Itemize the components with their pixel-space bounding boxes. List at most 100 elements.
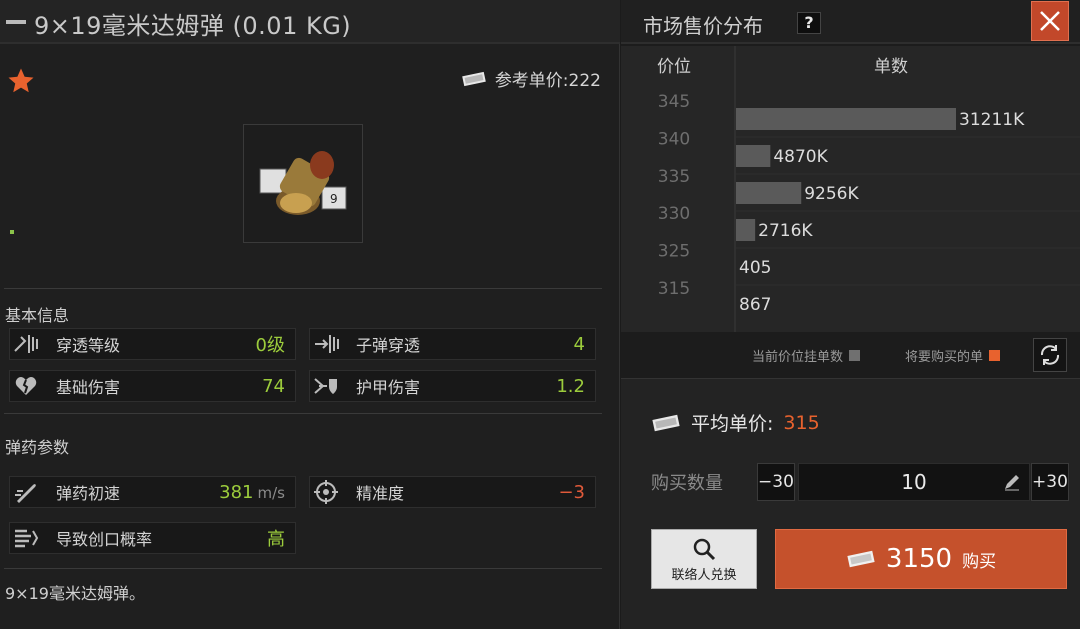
divider	[4, 413, 602, 414]
stat-value: −3	[558, 481, 585, 503]
stat-base-damage: 基础伤害 74	[9, 370, 296, 402]
legend-current-label: 当前价位挂单数	[752, 350, 844, 365]
average-price-value: 315	[783, 411, 820, 434]
purchase-box: 平均单价: 315 购买数量 −30 10 +30 联络人兑换 3150 购买	[621, 378, 1080, 629]
stat-label: 导致创口概率	[56, 530, 153, 549]
y-tick-label: 340	[658, 129, 690, 149]
stat-value: 0级	[255, 335, 285, 356]
stat-label: 子弹穿透	[356, 336, 421, 355]
buy-amount: 3150	[885, 544, 953, 574]
bar-value-label: 405	[739, 258, 771, 278]
stat-label: 穿透等级	[56, 336, 121, 355]
y-tick-label: 325	[658, 242, 690, 262]
item-image-frame[interactable]: 9	[243, 124, 363, 243]
title-bar: 9×19毫米达姆弹 (0.01 KG)	[0, 0, 620, 44]
legend-swatch-buy	[989, 350, 1001, 361]
money-icon	[847, 550, 875, 568]
bar-value-label: 867	[739, 295, 771, 315]
divider	[4, 568, 602, 569]
crosshair-icon	[310, 477, 342, 507]
stat-bleed-chance: 导致创口概率 高	[9, 522, 296, 554]
decrease-30-button[interactable]: −30	[757, 463, 795, 501]
legend-buy: 将要购买的单	[905, 346, 1001, 365]
money-icon	[652, 414, 680, 431]
market-title: 市场售价分布	[643, 14, 763, 38]
stat-value: 1.2	[556, 375, 585, 397]
search-icon	[693, 538, 716, 560]
y-tick-label: 330	[658, 204, 690, 224]
price-distribution-chart: 价位 单数 345 340 335 330 325 315 31211K 4870K 9256K 27…	[621, 46, 1080, 332]
bleed-icon	[10, 523, 42, 553]
bar-value-label: 4870K	[773, 147, 828, 167]
section-basic-info: 基本信息	[5, 306, 70, 325]
chart-legend: 当前价位挂单数 将要购买的单	[621, 334, 1080, 374]
status-indicator	[10, 230, 14, 234]
section-ammo-params: 弹药参数	[5, 438, 70, 457]
item-detail-panel: 9×19毫米达姆弹 (0.01 KG) 参考单价:222 9 基本信息 穿透等级…	[0, 0, 620, 629]
item-title: 9×19毫米达姆弹 (0.01 KG)	[34, 12, 352, 40]
stat-accuracy: 精准度 −3	[309, 476, 596, 508]
stat-value: 381 m/s	[219, 482, 285, 503]
reference-price: 参考单价:222	[461, 66, 601, 91]
average-price-label: 平均单价:	[691, 413, 774, 435]
stat-label: 基础伤害	[56, 378, 121, 397]
average-price: 平均单价: 315	[651, 409, 820, 436]
ammo-item-icon: 9	[259, 151, 347, 215]
chart-svg: 价位 单数 345 340 335 330 325 315 31211K 4870K 9256K 27…	[657, 46, 1080, 332]
armor-damage-icon	[310, 371, 342, 401]
divider	[4, 288, 602, 289]
penetration-icon	[10, 329, 42, 359]
velocity-unit: m/s	[257, 483, 285, 502]
stat-bullet-penetration: 子弹穿透 4	[309, 328, 596, 360]
quantity-label: 购买数量	[651, 473, 723, 494]
svg-text:9: 9	[330, 192, 338, 206]
bar	[736, 108, 956, 130]
x-axis-title: 单数	[874, 57, 908, 77]
buy-label: 购买	[962, 551, 997, 572]
market-panel: 市场售价分布 ? 价位 单数 345 340 335 330 325 315 31211K 487…	[621, 0, 1080, 629]
stat-value: 4	[573, 333, 585, 355]
stat-value: 高	[267, 529, 285, 550]
reference-price-label: 参考单价:222	[494, 71, 601, 91]
velocity-icon	[10, 477, 42, 507]
legend-current: 当前价位挂单数	[752, 346, 861, 365]
stat-muzzle-velocity: 弹药初速 381 m/s	[9, 476, 296, 508]
legend-buy-label: 将要购买的单	[905, 350, 984, 365]
legend-swatch-current	[849, 350, 861, 361]
bar-value-label: 9256K	[804, 184, 859, 204]
refresh-icon	[1040, 345, 1060, 365]
close-button[interactable]	[1031, 1, 1069, 41]
contact-exchange-button[interactable]: 联络人兑换	[651, 529, 757, 589]
stat-penetration-level: 穿透等级 0级	[9, 328, 296, 360]
y-axis-title: 价位	[657, 57, 691, 77]
bullet-penetration-icon	[310, 329, 342, 359]
y-tick-label: 335	[658, 167, 690, 187]
contact-exchange-label: 联络人兑换	[671, 567, 737, 583]
broken-heart-icon	[10, 371, 42, 401]
item-description: 9×19毫米达姆弹。	[5, 584, 145, 603]
bar	[736, 219, 756, 241]
bar-value-label: 2716K	[758, 221, 813, 241]
money-icon	[462, 71, 486, 86]
stat-label: 护甲伤害	[356, 378, 421, 397]
collapse-icon[interactable]	[6, 20, 26, 24]
increase-30-button[interactable]: +30	[1031, 463, 1069, 501]
market-header: 市场售价分布 ?	[621, 0, 1080, 44]
close-icon	[1040, 11, 1060, 31]
bar	[736, 182, 802, 204]
favorite-star-icon[interactable]	[6, 66, 36, 96]
stat-armor-damage: 护甲伤害 1.2	[309, 370, 596, 402]
buy-button[interactable]: 3150 购买	[775, 529, 1067, 589]
quantity-input[interactable]: 10	[798, 463, 1030, 501]
velocity-number: 381	[219, 481, 254, 503]
y-tick-label: 345	[658, 92, 690, 112]
bar-value-label: 31211K	[959, 110, 1025, 130]
bar	[736, 145, 771, 167]
refresh-button[interactable]	[1033, 338, 1067, 372]
y-tick-label: 315	[658, 279, 690, 299]
stat-value: 74	[262, 375, 285, 397]
help-icon[interactable]: ?	[797, 12, 821, 34]
edit-pencil-icon[interactable]	[1003, 473, 1021, 491]
stat-label: 精准度	[356, 484, 405, 503]
stat-label: 弹药初速	[56, 484, 121, 503]
